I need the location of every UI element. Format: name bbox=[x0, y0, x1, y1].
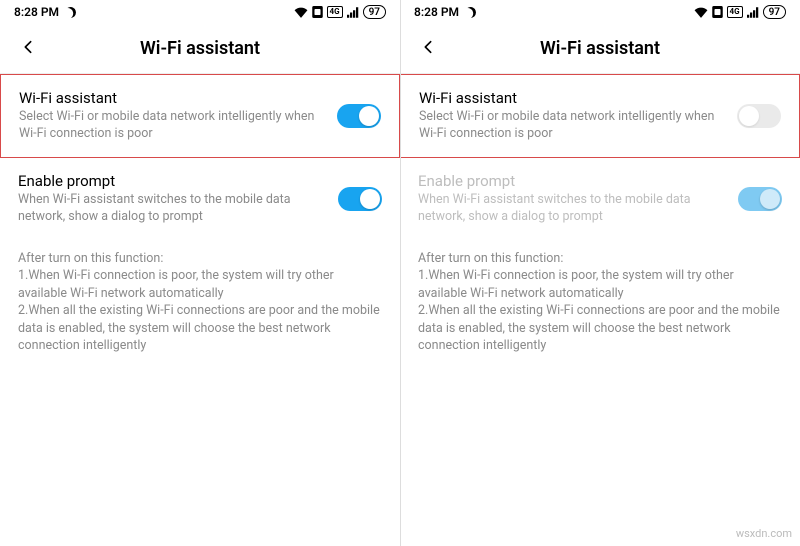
status-bar: 8:28 PM 4G 97 bbox=[0, 0, 400, 24]
mobile-network-label: 4G bbox=[727, 6, 743, 18]
signal-icon bbox=[347, 7, 359, 18]
setting-desc: Select Wi-Fi or mobile data network inte… bbox=[19, 109, 319, 143]
battery-level: 97 bbox=[363, 5, 386, 19]
page-title: Wi-Fi assistant bbox=[540, 38, 660, 59]
chevron-left-icon bbox=[420, 39, 436, 55]
wifi-assistant-toggle[interactable] bbox=[337, 104, 381, 128]
status-time: 8:28 PM bbox=[14, 5, 59, 19]
wifi-assistant-row[interactable]: Wi-Fi assistant Select Wi-Fi or mobile d… bbox=[0, 74, 400, 158]
setting-title: Enable prompt bbox=[18, 172, 320, 190]
enable-prompt-row[interactable]: Enable prompt When Wi-Fi assistant switc… bbox=[400, 158, 800, 240]
setting-desc: When Wi-Fi assistant switches to the mob… bbox=[18, 192, 320, 226]
screen-divider bbox=[400, 0, 401, 546]
wifi-icon bbox=[694, 6, 708, 18]
mobile-network-label: 4G bbox=[327, 6, 343, 18]
info-text: After turn on this function: 1.When Wi-F… bbox=[0, 240, 400, 365]
signal-icon bbox=[747, 7, 759, 18]
settings-content: Wi-Fi assistant Select Wi-Fi or mobile d… bbox=[400, 74, 800, 546]
page-title: Wi-Fi assistant bbox=[140, 38, 260, 59]
setting-title: Wi-Fi assistant bbox=[419, 89, 719, 107]
status-bar: 8:28 PM 4G 97 bbox=[400, 0, 800, 24]
setting-desc: When Wi-Fi assistant switches to the mob… bbox=[418, 192, 720, 226]
enable-prompt-row[interactable]: Enable prompt When Wi-Fi assistant switc… bbox=[0, 158, 400, 240]
sim-icon bbox=[312, 6, 323, 18]
enable-prompt-toggle[interactable] bbox=[738, 187, 782, 211]
back-button[interactable] bbox=[14, 34, 42, 64]
enable-prompt-toggle[interactable] bbox=[338, 187, 382, 211]
watermark: wsxdn.com bbox=[736, 527, 792, 540]
dnd-moon-icon bbox=[465, 7, 476, 18]
dnd-moon-icon bbox=[65, 7, 76, 18]
setting-title: Wi-Fi assistant bbox=[19, 89, 319, 107]
chevron-left-icon bbox=[20, 39, 36, 55]
wifi-assistant-row[interactable]: Wi-Fi assistant Select Wi-Fi or mobile d… bbox=[400, 74, 800, 158]
setting-desc: Select Wi-Fi or mobile data network inte… bbox=[419, 109, 719, 143]
setting-title: Enable prompt bbox=[418, 172, 720, 190]
phone-screen-left: 8:28 PM 4G 97 Wi-Fi assistant Wi-Fi assi… bbox=[0, 0, 400, 546]
wifi-icon bbox=[294, 6, 308, 18]
status-time: 8:28 PM bbox=[414, 5, 459, 19]
phone-screen-right: 8:28 PM 4G 97 Wi-Fi assistant Wi-Fi assi… bbox=[400, 0, 800, 546]
sim-icon bbox=[712, 6, 723, 18]
settings-content: Wi-Fi assistant Select Wi-Fi or mobile d… bbox=[0, 74, 400, 546]
wifi-assistant-toggle[interactable] bbox=[737, 104, 781, 128]
info-text: After turn on this function: 1.When Wi-F… bbox=[400, 240, 800, 365]
title-bar: Wi-Fi assistant bbox=[0, 24, 400, 74]
title-bar: Wi-Fi assistant bbox=[400, 24, 800, 74]
back-button[interactable] bbox=[414, 34, 442, 64]
battery-level: 97 bbox=[763, 5, 786, 19]
